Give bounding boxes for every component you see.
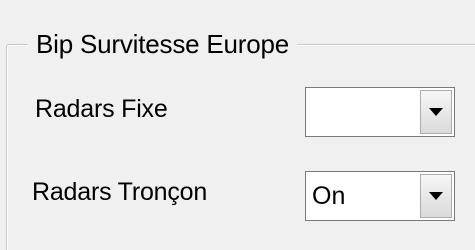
radars-fixe-label: Radars Fixe: [35, 95, 168, 123]
radars-troncon-value: On: [312, 182, 346, 210]
radars-fixe-dropdown[interactable]: [305, 87, 455, 137]
radars-troncon-dropdown[interactable]: On: [305, 171, 455, 221]
radars-troncon-label: Radars Tronçon: [32, 178, 208, 206]
settings-panel: Bip Survitesse Europe Radars Fixe Radars…: [0, 0, 475, 250]
groupbox-title: Bip Survitesse Europe: [28, 27, 298, 61]
radars-troncon-dropdown-button[interactable]: [420, 174, 452, 218]
chevron-down-icon: [429, 107, 443, 116]
chevron-down-icon: [429, 191, 443, 200]
radars-fixe-dropdown-button[interactable]: [420, 90, 452, 134]
